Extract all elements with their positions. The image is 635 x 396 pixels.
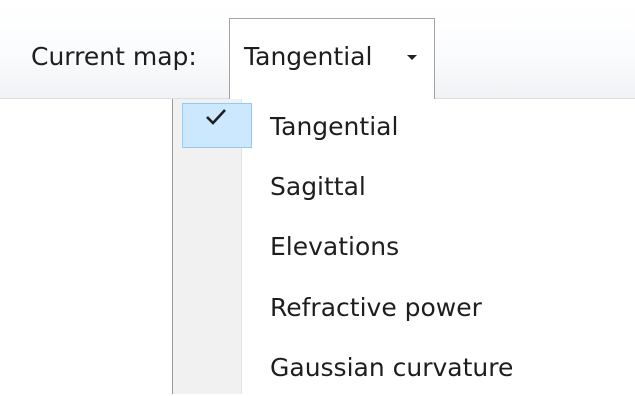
menu-item-label: Sagittal (270, 172, 366, 201)
toolbar: Current map: Tangential (0, 0, 635, 100)
menu-item-label: Tangential (270, 112, 399, 141)
current-map-dropdown[interactable]: Tangential (229, 18, 435, 100)
menu-item-elevations[interactable]: Elevations (173, 219, 635, 275)
menu-item-gaussian-curvature[interactable]: Gaussian curvature (173, 340, 635, 396)
map-type-menu: Tangential Sagittal Elevations Refractiv… (172, 99, 635, 394)
checkmark-icon (206, 109, 226, 125)
current-map-value: Tangential (244, 42, 373, 71)
dropdown-arrow-icon (407, 55, 417, 60)
menu-item-label: Refractive power (270, 293, 482, 322)
menu-item-tangential[interactable]: Tangential (173, 99, 635, 155)
menu-item-refractive-power[interactable]: Refractive power (173, 280, 635, 336)
menu-item-label: Gaussian curvature (270, 353, 514, 382)
menu-item-label: Elevations (270, 232, 400, 261)
current-map-label: Current map: (31, 42, 197, 71)
checked-indicator (182, 103, 252, 148)
menu-item-sagittal[interactable]: Sagittal (173, 159, 635, 215)
